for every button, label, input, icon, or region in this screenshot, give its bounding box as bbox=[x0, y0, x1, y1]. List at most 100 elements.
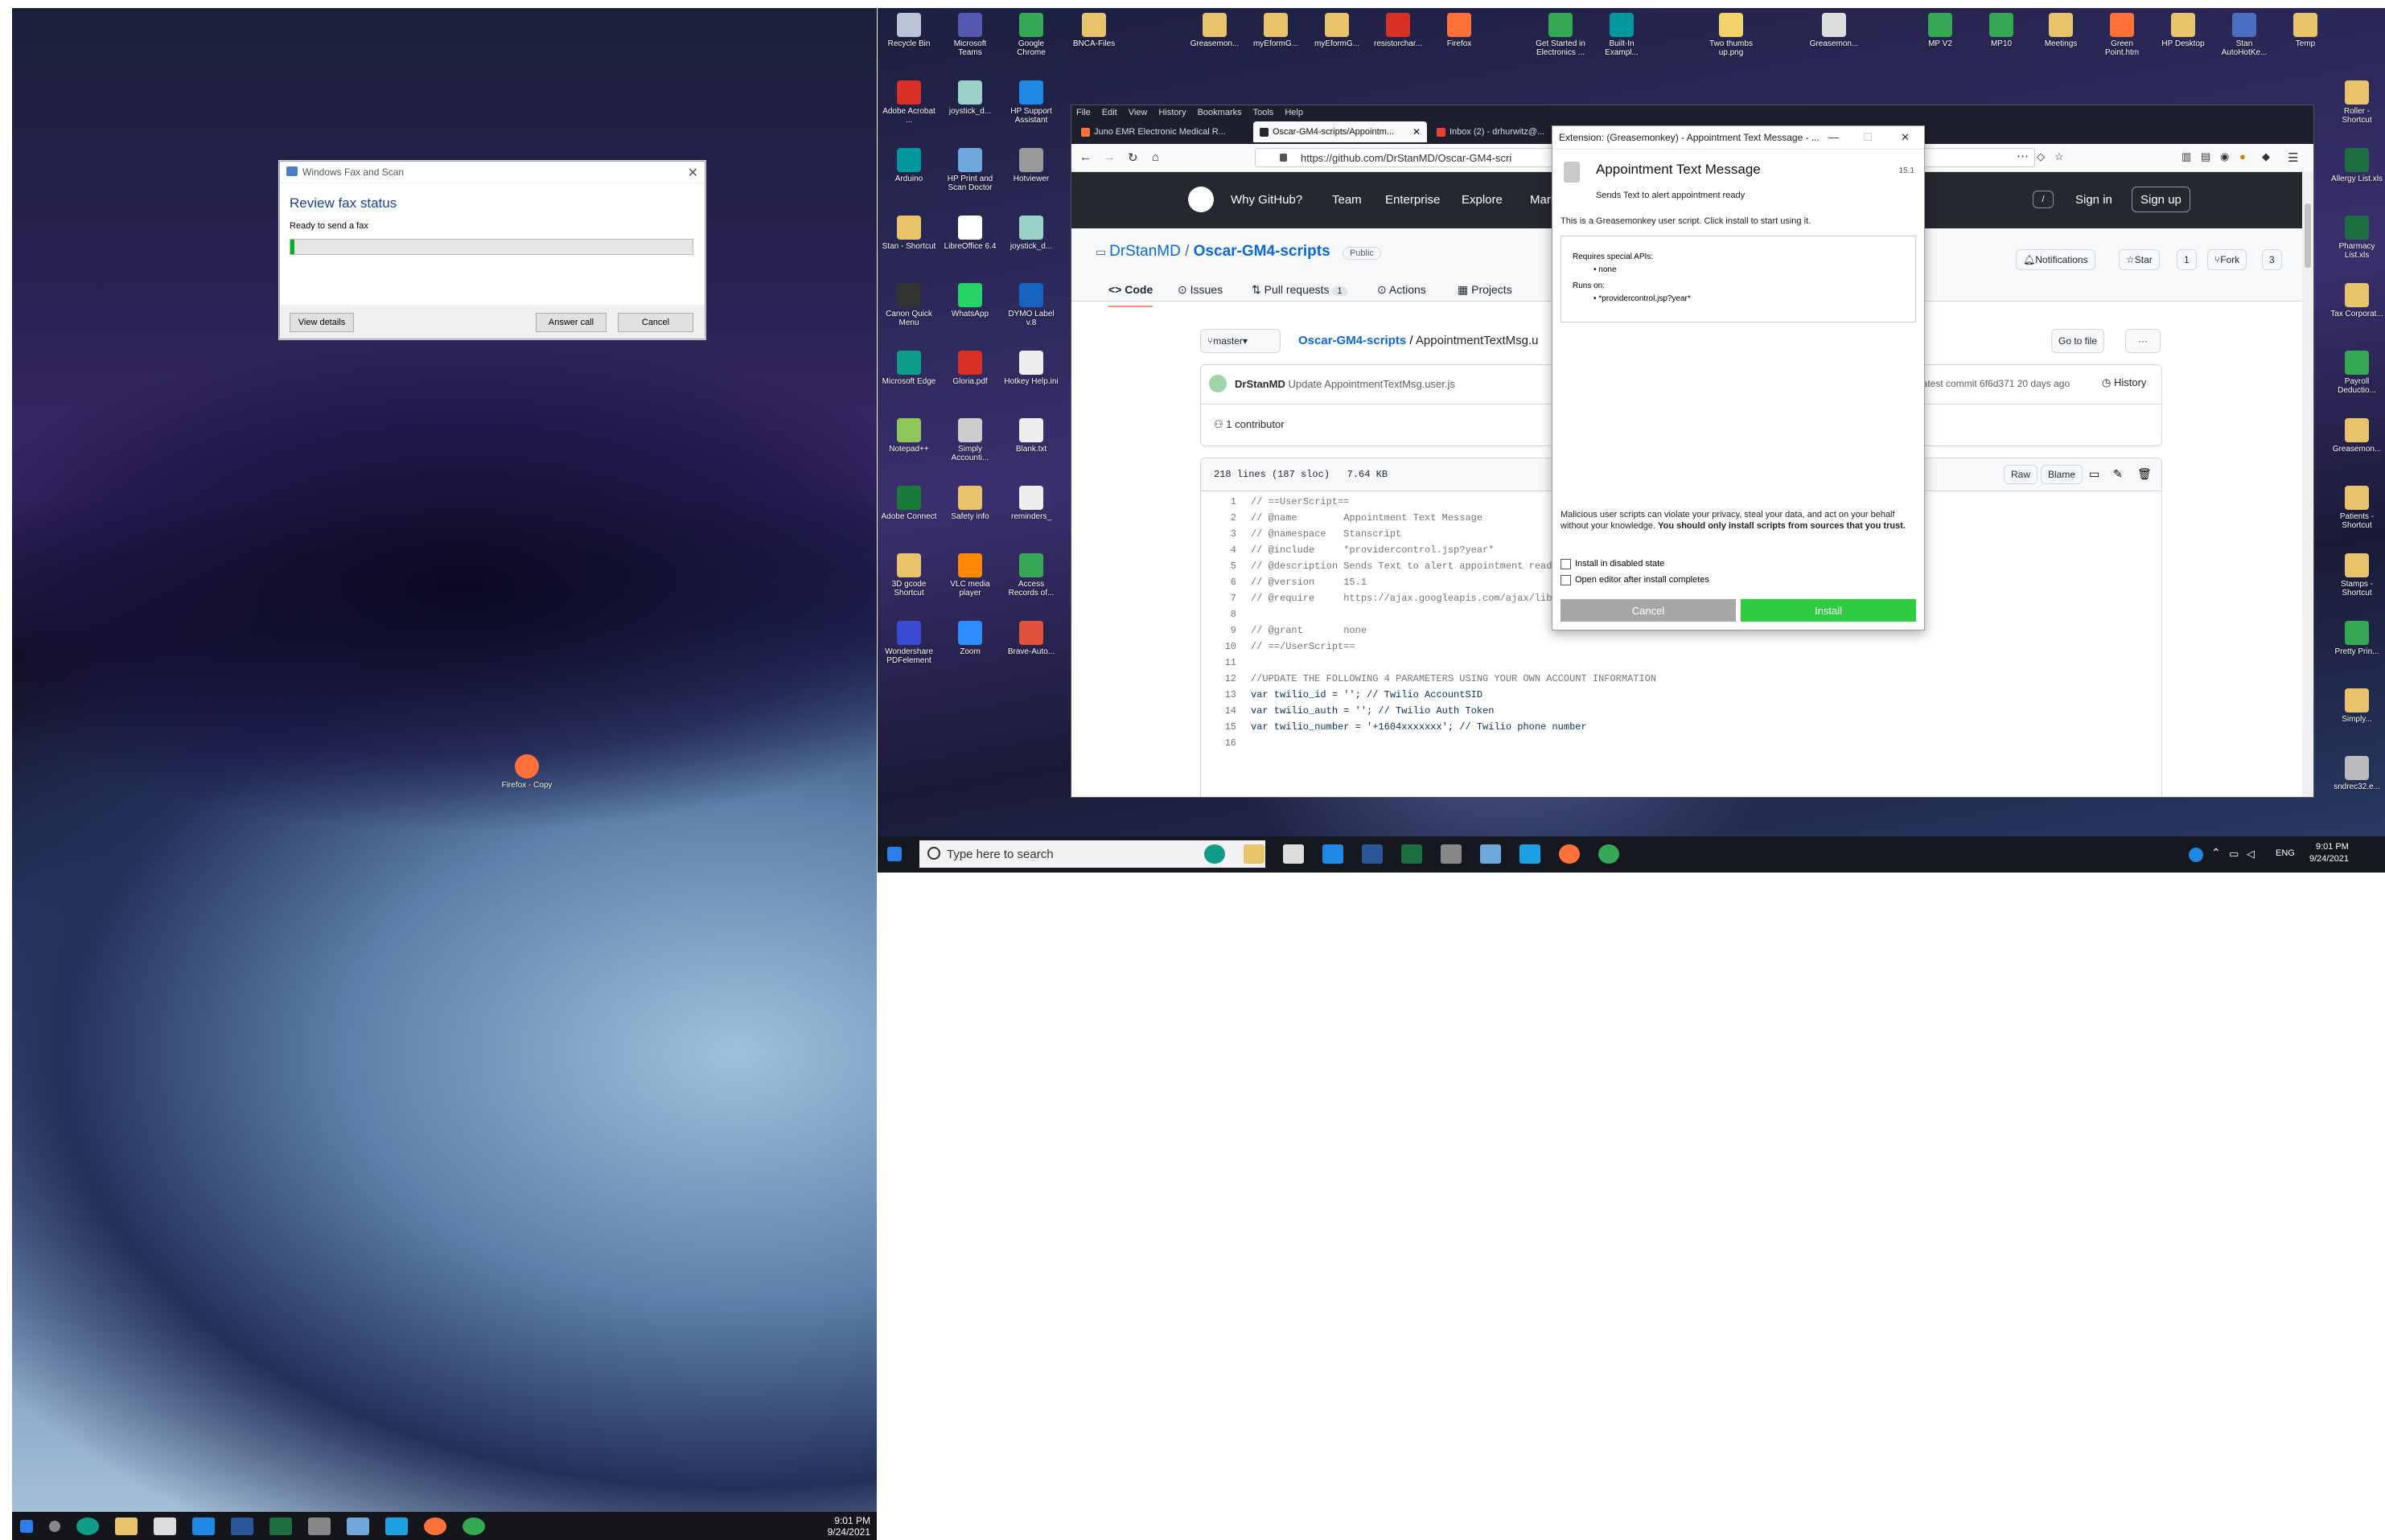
language-indicator[interactable]: ENG bbox=[2276, 848, 2295, 858]
desktop-icon[interactable]: Hotviewer bbox=[1003, 148, 1059, 183]
sign-up-button[interactable]: Sign up bbox=[2132, 187, 2190, 212]
desktop-icon[interactable]: Firefox bbox=[1431, 13, 1487, 48]
file-explorer-icon[interactable] bbox=[1244, 844, 1264, 864]
menu-item[interactable]: View bbox=[1129, 108, 1148, 117]
desktop-icon[interactable]: HP Support Assistant bbox=[1003, 80, 1059, 125]
tab-issues[interactable]: ⊙ Issues bbox=[1178, 283, 1223, 297]
file-explorer-icon[interactable] bbox=[115, 1517, 138, 1535]
desktop-icon[interactable]: Payroll Deductio... bbox=[2329, 351, 2385, 395]
desktop-icon[interactable]: WhatsApp bbox=[942, 283, 998, 318]
latest-commit[interactable]: Latest commit 6f6d371 20 days ago bbox=[1917, 378, 2070, 389]
right-clock[interactable]: 9:01 PM 9/24/2021 bbox=[2309, 841, 2349, 865]
chrome-taskbar-icon[interactable] bbox=[463, 1517, 485, 1535]
fork-count[interactable]: 3 bbox=[2262, 249, 2282, 270]
menu-item[interactable]: File bbox=[1076, 108, 1091, 117]
line-number[interactable]: 10 bbox=[1201, 641, 1251, 652]
github-nav-item[interactable]: Why GitHub? bbox=[1231, 193, 1302, 207]
desktop-icon[interactable]: Patients - Shortcut bbox=[2329, 486, 2385, 530]
hamburger-menu-icon[interactable]: ☰ bbox=[2288, 150, 2298, 165]
desktop-icon[interactable]: resistorchar... bbox=[1370, 13, 1426, 48]
desktop-icon[interactable]: Wondershare PDFelement bbox=[881, 621, 937, 665]
edge-icon[interactable] bbox=[76, 1517, 99, 1535]
line-number[interactable]: 2 bbox=[1201, 512, 1251, 524]
blame-button[interactable]: Blame bbox=[2041, 465, 2083, 484]
search-icon[interactable] bbox=[49, 1520, 60, 1532]
desktop-icon[interactable]: Built-In Exampl... bbox=[1593, 13, 1650, 57]
desktop-icon[interactable]: myEformG... bbox=[1309, 13, 1365, 48]
desktop-icon[interactable]: reminders_ bbox=[1003, 486, 1059, 521]
page-actions-button[interactable]: ⋯ bbox=[2017, 149, 2029, 163]
outlook-icon[interactable] bbox=[1519, 844, 1540, 864]
answer-call-button[interactable]: Answer call bbox=[536, 313, 607, 332]
desktop-icon[interactable]: Adobe Connect bbox=[881, 486, 937, 521]
more-options-button[interactable]: ··· bbox=[2125, 329, 2161, 353]
back-arrow-icon[interactable]: ← bbox=[1079, 150, 1092, 164]
notifications-button[interactable]: 🔔︎ Notifications bbox=[2016, 249, 2095, 270]
view-details-button[interactable]: View details bbox=[290, 313, 354, 332]
left-clock[interactable]: 9:01 PM 9/24/2021 bbox=[828, 1515, 870, 1538]
library-icon[interactable]: ▥ bbox=[2181, 150, 2191, 163]
desktop-icon[interactable]: Adobe Acrobat ... bbox=[881, 80, 937, 125]
fax-scan-icon[interactable] bbox=[347, 1517, 369, 1535]
github-nav-item[interactable]: Explore bbox=[1462, 193, 1503, 207]
mail-icon[interactable] bbox=[1322, 844, 1343, 864]
desktop-icon[interactable]: Stamps - Shortcut bbox=[2329, 553, 2385, 598]
desktop-icon[interactable]: HP Desktop bbox=[2155, 13, 2211, 48]
star-count[interactable]: 1 bbox=[2177, 249, 2197, 270]
volume-icon[interactable]: ◁ bbox=[2247, 848, 2255, 860]
greasemonkey-toolbar-icon[interactable]: ● bbox=[2239, 150, 2246, 162]
repo-owner-link[interactable]: DrStanMD bbox=[1109, 243, 1181, 260]
desktop-icon[interactable]: Google Chrome bbox=[1003, 13, 1059, 57]
desktop-icon[interactable]: Green Point.htm bbox=[2094, 13, 2150, 57]
line-number[interactable]: 4 bbox=[1201, 544, 1251, 556]
sign-in-link[interactable]: Sign in bbox=[2075, 193, 2112, 207]
desktop-icon[interactable]: Hotkey Help.ini bbox=[1003, 351, 1059, 386]
desktop-icon[interactable]: Greasemon... bbox=[2329, 418, 2385, 454]
menu-item[interactable]: Bookmarks bbox=[1198, 108, 1242, 117]
page-scrollbar[interactable] bbox=[2302, 171, 2313, 797]
desktop-icon[interactable]: Access Records of... bbox=[1003, 553, 1059, 598]
trash-icon[interactable]: 🗑︎ bbox=[2137, 467, 2152, 481]
branch-selector[interactable]: ⑂ master ▾ bbox=[1200, 329, 1281, 353]
notification-bell-icon[interactable] bbox=[1441, 844, 1462, 864]
word-icon[interactable] bbox=[1362, 844, 1383, 864]
raw-button[interactable]: Raw bbox=[2004, 465, 2038, 484]
scrollbar-thumb[interactable] bbox=[2305, 203, 2311, 268]
desktop-icon[interactable]: Gloria.pdf bbox=[942, 351, 998, 386]
tray-chevron-up-icon[interactable]: ⌃ bbox=[2211, 846, 2221, 860]
history-link[interactable]: ◷ History bbox=[2102, 376, 2146, 389]
desktop-icon[interactable]: Safety info bbox=[942, 486, 998, 521]
desktop-icon[interactable]: Microsoft Edge bbox=[881, 351, 937, 386]
desktop-icon[interactable]: joystick_d... bbox=[942, 80, 998, 116]
store-icon[interactable] bbox=[1283, 844, 1304, 864]
sidebar-icon[interactable]: ▤ bbox=[2201, 150, 2210, 163]
line-number[interactable]: 12 bbox=[1201, 673, 1251, 684]
desktop-icon[interactable]: Stan AutoHotKe... bbox=[2216, 13, 2272, 57]
path-repo-link[interactable]: Oscar-GM4-scripts bbox=[1298, 334, 1406, 347]
line-number[interactable]: 6 bbox=[1201, 577, 1251, 588]
line-number[interactable]: 14 bbox=[1201, 705, 1251, 717]
desktop-icon[interactable]: DYMO Label v.8 bbox=[1003, 283, 1059, 327]
desktop-icon[interactable]: Microsoft Teams bbox=[942, 13, 998, 57]
gm-cancel-button[interactable]: Cancel bbox=[1561, 599, 1736, 622]
line-number[interactable]: 13 bbox=[1201, 689, 1251, 700]
desktop-icon[interactable]: Brave-Auto... bbox=[1003, 621, 1059, 656]
desktop-icon[interactable]: Arduino bbox=[881, 148, 937, 183]
desktop-icon[interactable]: Blank.txt bbox=[1003, 418, 1059, 454]
desktop-icon[interactable]: Two thumbs up.png bbox=[1703, 13, 1759, 57]
commit-message[interactable]: Update AppointmentTextMsg.user.js bbox=[1288, 378, 1454, 390]
desktop-icon[interactable]: Get Started in Electronics ... bbox=[1532, 13, 1589, 57]
outlook-icon[interactable] bbox=[385, 1517, 408, 1535]
desktop-icon[interactable]: Zoom bbox=[942, 621, 998, 656]
desktop-icon[interactable]: Stan - Shortcut bbox=[881, 216, 937, 251]
minimize-icon[interactable]: — bbox=[1828, 131, 1839, 143]
contributors[interactable]: ⚇ 1 contributor bbox=[1214, 418, 1285, 431]
mail-icon[interactable] bbox=[192, 1517, 215, 1535]
desktop-icon[interactable]: ▭ bbox=[2089, 467, 2099, 481]
menu-item[interactable]: History bbox=[1158, 108, 1186, 117]
line-number[interactable]: 7 bbox=[1201, 593, 1251, 604]
firefox-taskbar-icon[interactable] bbox=[424, 1517, 446, 1535]
go-to-file-button[interactable]: Go to file bbox=[2051, 329, 2105, 353]
cancel-button[interactable]: Cancel bbox=[618, 313, 693, 332]
desktop-icon[interactable]: Greasemon... bbox=[1186, 13, 1243, 48]
